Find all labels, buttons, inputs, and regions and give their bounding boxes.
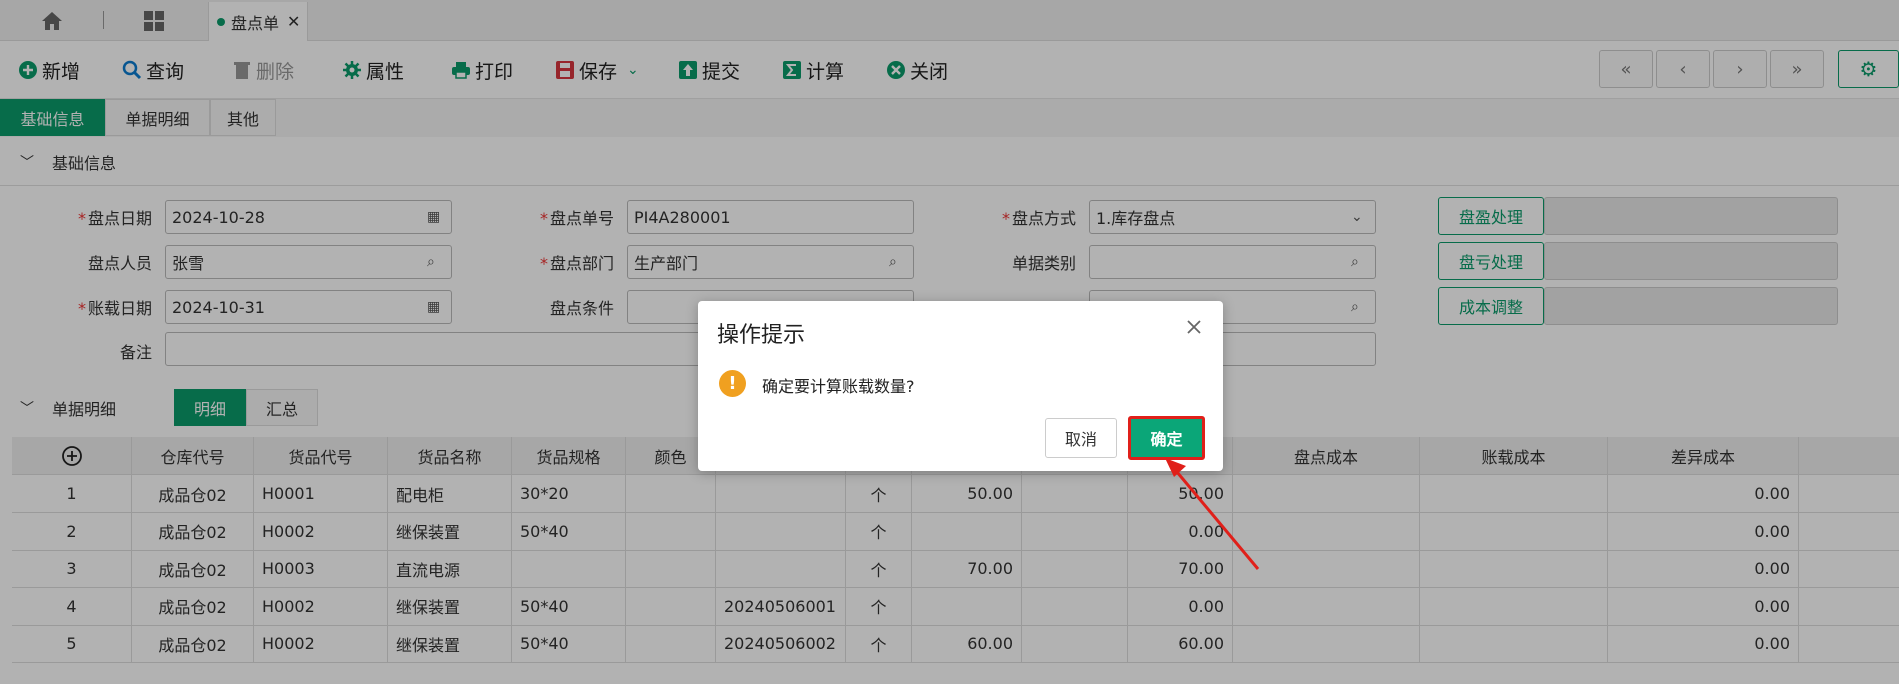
cancel-button[interactable]: 取消 [1045,418,1117,458]
dialog-title: 操作提示 [717,323,806,348]
warning-icon: ! [719,370,746,397]
ok-button[interactable]: 确定 [1128,416,1205,460]
dialog-message: 确定要计算账载数量? [762,377,915,396]
close-icon[interactable] [1185,318,1203,336]
confirm-dialog: 操作提示 ! 确定要计算账载数量? 取消 确定 [698,301,1223,471]
